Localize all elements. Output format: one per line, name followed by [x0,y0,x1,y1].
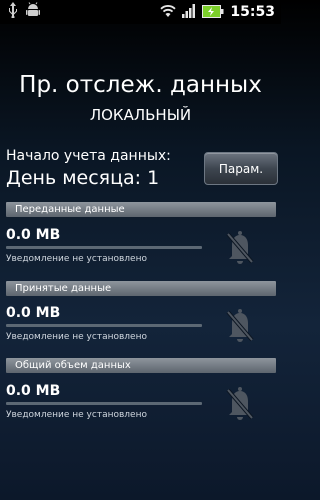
sent-notification-status: Уведомление не установлено [6,254,147,264]
tracking-start-label: Начало учета данных: [6,148,171,164]
received-data-progress [6,324,202,327]
wifi-icon [160,3,177,22]
status-time: 15:53 [230,4,275,20]
section-header-received: Принятые данные [6,281,276,296]
params-button[interactable]: Парам. [204,152,278,185]
received-notification-status: Уведомление не установлено [6,332,147,342]
usb-icon [8,2,18,22]
bell-muted-icon[interactable] [222,228,258,268]
sent-data-value: 0.0 MB [6,227,61,243]
section-header-total: Общий объем данных [6,358,276,373]
tracking-start-value: День месяца: 1 [6,167,160,189]
page-subtitle: ЛОКАЛЬНЫЙ [89,106,192,124]
status-bar: 15:53 [0,0,281,24]
battery-icon [202,3,224,22]
android-debug-icon [26,2,40,22]
total-data-value: 0.0 MB [6,383,61,399]
section-header-sent: Переданные данные [6,202,276,217]
sent-data-progress [6,246,202,249]
bell-muted-icon[interactable] [222,306,258,346]
received-data-value: 0.0 MB [6,305,61,321]
bell-muted-icon[interactable] [222,384,258,424]
signal-icon [182,3,196,22]
total-data-progress [6,402,202,405]
total-notification-status: Уведомление не установлено [6,410,147,420]
page-title: Пр. отслеж. данных [19,72,262,98]
